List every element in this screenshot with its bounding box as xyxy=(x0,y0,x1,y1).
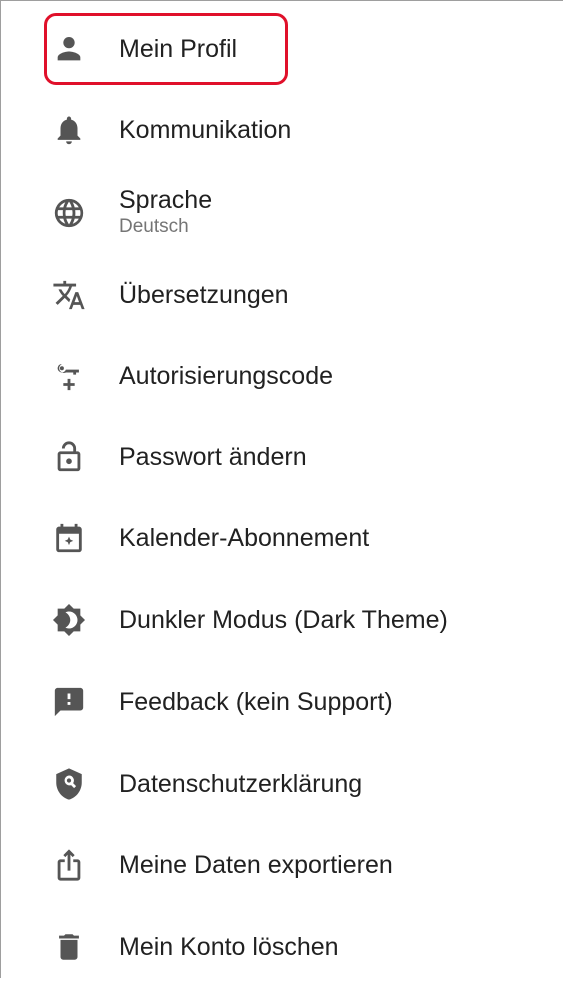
menu-item-translations[interactable]: Übersetzungen xyxy=(1,254,563,336)
menu-item-label: Kommunikation xyxy=(119,116,292,144)
menu-item-label: Mein Profil xyxy=(119,35,238,63)
menu-item-label: Autorisierungscode xyxy=(119,362,334,390)
menu-item-dark-mode[interactable]: Dunkler Modus (Dark Theme) xyxy=(1,579,563,661)
menu-item-feedback[interactable]: Feedback (kein Support) xyxy=(1,661,563,743)
menu-item-change-password[interactable]: Passwort ändern xyxy=(1,416,563,498)
key-icon xyxy=(52,359,86,393)
menu-item-delete-account[interactable]: Mein Konto löschen xyxy=(1,906,563,988)
menu-item-export-data[interactable]: Meine Daten exportieren xyxy=(1,824,563,906)
lock-open-icon xyxy=(52,440,86,474)
menu-item-privacy-policy[interactable]: Datenschutzerklärung xyxy=(1,743,563,825)
menu-item-authorization-code[interactable]: Autorisierungscode xyxy=(1,335,563,417)
menu-item-label: Passwort ändern xyxy=(119,443,307,471)
trash-icon xyxy=(52,930,86,964)
menu-item-label: Meine Daten exportieren xyxy=(119,851,393,879)
menu-item-label: Datenschutzerklärung xyxy=(119,770,363,798)
menu-item-my-profile[interactable]: Mein Profil xyxy=(1,8,563,90)
menu-item-label: Feedback (kein Support) xyxy=(119,688,393,716)
menu-item-label: Dunkler Modus (Dark Theme) xyxy=(119,606,448,634)
translate-icon xyxy=(52,278,86,312)
menu-item-communication[interactable]: Kommunikation xyxy=(1,89,563,171)
menu-item-label: Übersetzungen xyxy=(119,281,289,309)
settings-screen: Mein Profil Kommunikation Sprache Deutsc… xyxy=(0,0,563,978)
person-icon xyxy=(52,32,86,66)
menu-item-label: Sprache xyxy=(119,186,213,214)
brightness-icon xyxy=(52,603,86,637)
feedback-icon xyxy=(52,685,86,719)
menu-item-language[interactable]: Sprache Deutsch xyxy=(1,170,563,254)
calendar-icon xyxy=(52,521,86,555)
current-language-value: Deutsch xyxy=(119,216,189,237)
export-icon xyxy=(52,848,86,882)
menu-item-label: Kalender-Abonnement xyxy=(119,524,370,552)
privacy-shield-icon xyxy=(52,767,86,801)
menu-item-calendar-subscription[interactable]: Kalender-Abonnement xyxy=(1,497,563,579)
globe-icon xyxy=(52,196,86,230)
menu-item-label: Mein Konto löschen xyxy=(119,933,339,961)
bell-icon xyxy=(52,113,86,147)
